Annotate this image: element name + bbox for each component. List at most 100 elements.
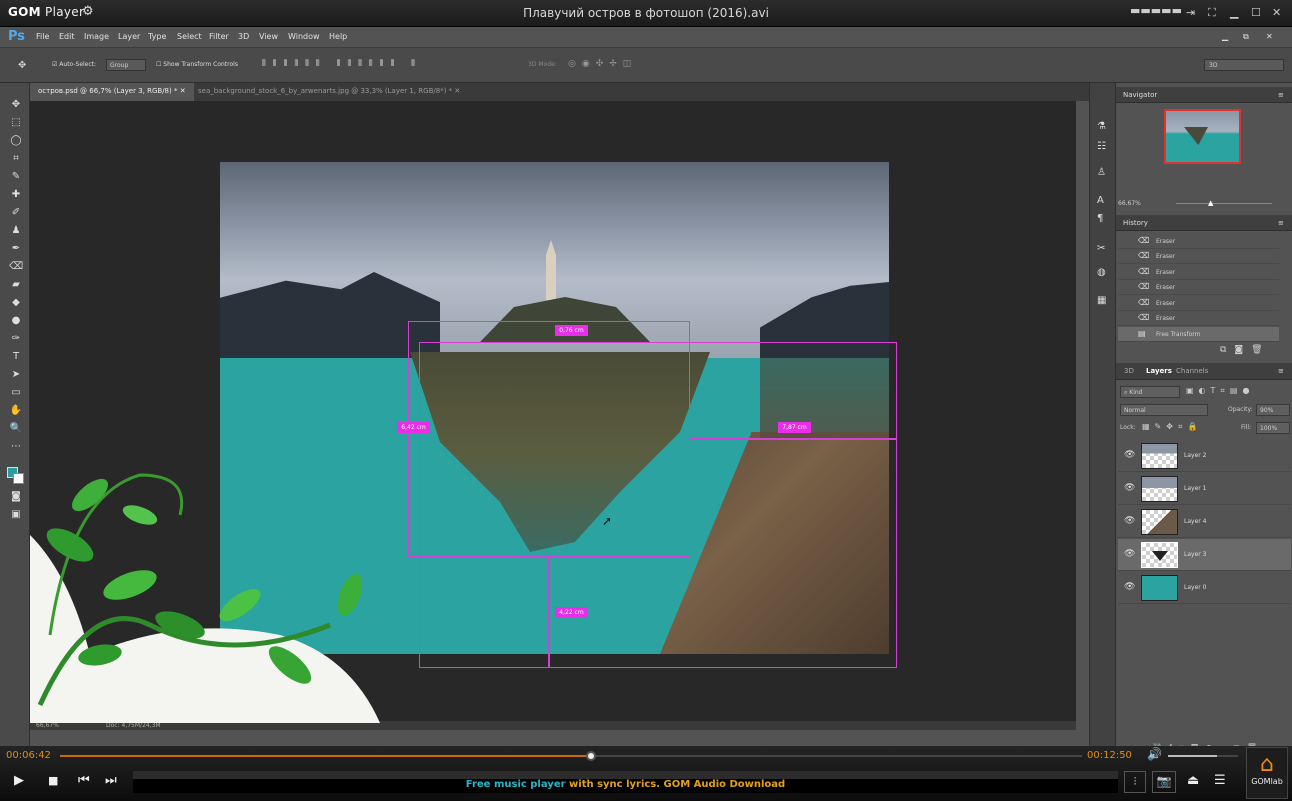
- menu-layer[interactable]: Layer: [118, 32, 140, 41]
- quick-mask-icon[interactable]: ◙: [9, 491, 23, 502]
- character-icon[interactable]: A: [1097, 195, 1104, 206]
- play-icon[interactable]: ▶: [14, 773, 24, 788]
- menu-view[interactable]: View: [259, 32, 278, 41]
- group-select[interactable]: Group: [106, 59, 146, 71]
- close-icon[interactable]: ✕: [1272, 6, 1281, 19]
- zoom-slider-knob[interactable]: ▲: [1208, 199, 1213, 207]
- pin-icon[interactable]: ⇥: [1186, 6, 1195, 19]
- lock-icons[interactable]: ▦✎✥⌗🔒: [1142, 422, 1202, 432]
- align-icons[interactable]: ⫴⫴⫴⫴⫴⫴ ⫴⫴⫴⫴⫴⫴ ⫴: [262, 59, 422, 69]
- navigator-zoom-slider[interactable]: [1176, 203, 1272, 204]
- blend-mode-select[interactable]: Normal: [1120, 404, 1208, 416]
- layer-row[interactable]: 👁 Layer 0: [1118, 572, 1291, 604]
- 3d-icon[interactable]: ◍: [1097, 267, 1106, 278]
- visibility-eye-icon[interactable]: 👁: [1124, 582, 1135, 592]
- minimize-icon[interactable]: ▁: [1230, 6, 1238, 19]
- properties-icon[interactable]: ☷: [1097, 141, 1106, 152]
- blur-tool-icon[interactable]: ◆: [9, 297, 23, 308]
- ps-close-icon[interactable]: ✕: [1266, 32, 1273, 41]
- screen-mode-icon[interactable]: ▣: [9, 509, 23, 520]
- maximize-icon[interactable]: ☐: [1251, 6, 1261, 19]
- history-item[interactable]: ⌫ Eraser: [1118, 234, 1279, 249]
- pen-tool-icon[interactable]: ✑: [9, 333, 23, 344]
- menu-image[interactable]: Image: [84, 32, 109, 41]
- history-item[interactable]: ⌫ Eraser: [1118, 280, 1279, 295]
- fullscreen-icon[interactable]: ⛶: [1208, 6, 1216, 20]
- layer-row[interactable]: 👁 Layer 2: [1118, 440, 1291, 472]
- previous-icon[interactable]: ⏮: [78, 773, 90, 788]
- visibility-eye-icon[interactable]: 👁: [1124, 483, 1135, 493]
- fill-field[interactable]: 100%: [1256, 422, 1290, 434]
- tab-channels[interactable]: Channels: [1176, 367, 1208, 375]
- panel-menu-icon[interactable]: ≡: [1278, 219, 1284, 227]
- menu-filter[interactable]: Filter: [209, 32, 229, 41]
- visibility-eye-icon[interactable]: 👁: [1124, 549, 1135, 559]
- menu-help[interactable]: Help: [329, 32, 347, 41]
- ad-banner[interactable]: Free music player with sync lyrics. GOM …: [133, 771, 1118, 793]
- stamp-tool-icon[interactable]: ♟: [9, 225, 23, 236]
- tools-icon[interactable]: ✂: [1097, 243, 1105, 254]
- ps-restore-icon[interactable]: ⧉: [1243, 32, 1249, 42]
- gradient-tool-icon[interactable]: ▰: [9, 279, 23, 290]
- ps-minimize-icon[interactable]: ▁: [1222, 32, 1228, 41]
- slider-icon[interactable]: ▬▬▬▬▬: [1130, 4, 1182, 17]
- next-icon[interactable]: ⏭: [105, 773, 117, 788]
- tab-layers[interactable]: Layers: [1146, 367, 1172, 375]
- layer-kind-filter[interactable]: ⌕ Kind: [1120, 386, 1180, 398]
- banner-text[interactable]: with sync lyrics. GOM Audio Download: [566, 779, 785, 790]
- screenshot-camera-icon[interactable]: 📷: [1152, 771, 1176, 793]
- tab-close-icon[interactable]: ✕: [454, 87, 460, 95]
- stop-icon[interactable]: ■: [48, 774, 58, 787]
- history-item[interactable]: ⌫ Eraser: [1118, 311, 1279, 326]
- opacity-field[interactable]: 90%: [1256, 404, 1290, 416]
- background-color-swatch[interactable]: [13, 473, 24, 484]
- visibility-eye-icon[interactable]: 👁: [1124, 516, 1135, 526]
- eyedropper-tool-icon[interactable]: ✎: [9, 171, 23, 182]
- visibility-eye-icon[interactable]: 👁: [1124, 450, 1135, 460]
- equalizer-icon[interactable]: ⫶: [1124, 771, 1146, 793]
- adjust-icon[interactable]: ⚗: [1097, 121, 1106, 132]
- paragraph-icon[interactable]: ¶: [1097, 213, 1103, 224]
- history-actions-icons[interactable]: ⧉◙🗑: [1220, 345, 1271, 355]
- seek-bar[interactable]: [60, 751, 1082, 761]
- history-item[interactable]: ⌫ Eraser: [1118, 296, 1279, 311]
- dodge-tool-icon[interactable]: ●: [9, 315, 23, 326]
- tab-3d[interactable]: 3D: [1124, 367, 1134, 375]
- tab-ostrov[interactable]: остров.psd @ 66,7% (Layer 3, RGB/8) * ✕: [30, 83, 194, 101]
- history-item[interactable]: ⌫ Eraser: [1118, 265, 1279, 280]
- type-tool-icon[interactable]: T: [9, 351, 23, 362]
- workspace-select[interactable]: 3D: [1204, 59, 1284, 71]
- layer-filter-icons[interactable]: ▣◐T⌗▤●: [1186, 386, 1254, 396]
- 3d-mode-icons[interactable]: ◎◉✣✢◫: [568, 59, 637, 69]
- eraser-tool-icon[interactable]: ⌫: [9, 261, 23, 272]
- eject-icon[interactable]: ⏏: [1187, 773, 1199, 788]
- path-select-icon[interactable]: ➤: [9, 369, 23, 380]
- menu-icon[interactable]: ☰: [1214, 773, 1226, 788]
- more-tools-icon[interactable]: ⋯: [9, 441, 23, 452]
- layer-row-selected[interactable]: 👁 Layer 3: [1118, 539, 1291, 571]
- lasso-tool-icon[interactable]: ◯: [9, 135, 23, 146]
- panel-menu-icon[interactable]: ≡: [1278, 367, 1284, 375]
- marquee-tool-icon[interactable]: ⬚: [9, 117, 23, 128]
- menu-window[interactable]: Window: [288, 32, 320, 41]
- hand-tool-icon[interactable]: ✋: [9, 405, 23, 416]
- menu-3d[interactable]: 3D: [238, 32, 249, 41]
- layer-row[interactable]: 👁 Layer 1: [1118, 473, 1291, 505]
- move-tool-icon[interactable]: ✥: [9, 99, 23, 110]
- history-brush-icon[interactable]: ✒: [9, 243, 23, 254]
- move-tool-icon[interactable]: ✥: [18, 60, 26, 71]
- seek-knob[interactable]: [586, 751, 597, 761]
- zoom-tool-icon[interactable]: 🔍: [9, 423, 23, 434]
- tab-close-icon[interactable]: ✕: [180, 87, 186, 95]
- healing-tool-icon[interactable]: ✚: [9, 189, 23, 200]
- layer-row[interactable]: 👁 Layer 4: [1118, 506, 1291, 538]
- history-item[interactable]: ⌫ Eraser: [1118, 249, 1279, 264]
- auto-select-checkbox[interactable]: ☑ Auto-Select:: [52, 61, 96, 68]
- history-item-selected[interactable]: ▤ Free Transform: [1118, 327, 1279, 342]
- show-transform-checkbox[interactable]: ☐ Show Transform Controls: [156, 61, 238, 68]
- panel-menu-icon[interactable]: ≡: [1278, 91, 1284, 99]
- menu-edit[interactable]: Edit: [59, 32, 75, 41]
- menu-select[interactable]: Select: [177, 32, 202, 41]
- volume-slider[interactable]: [1168, 755, 1238, 757]
- brush-tool-icon[interactable]: ✐: [9, 207, 23, 218]
